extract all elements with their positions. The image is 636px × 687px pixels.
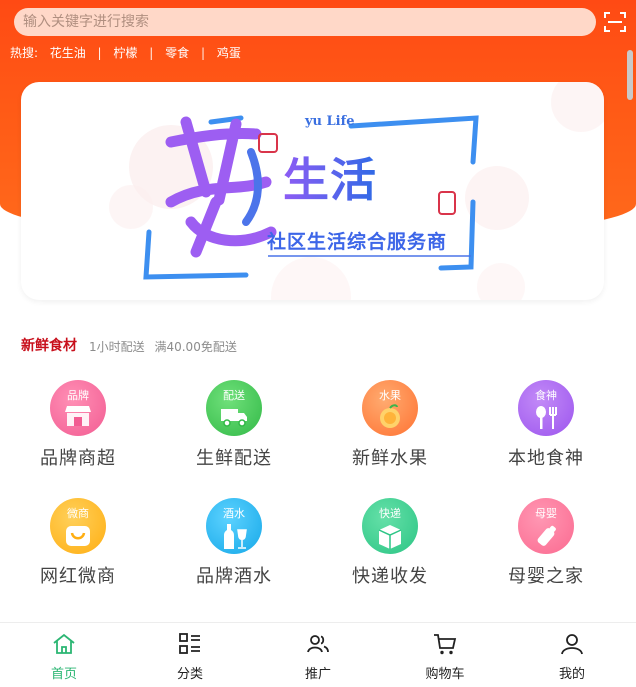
tab-label: 首页 bbox=[50, 667, 77, 682]
shopping-bag-icon: 微商 bbox=[50, 498, 106, 554]
tab-label: 分类 bbox=[176, 667, 203, 682]
food-icon: 食神 bbox=[518, 380, 574, 436]
tab-cart[interactable]: 购物车 bbox=[390, 623, 500, 687]
storefront-icon: 品牌 bbox=[50, 380, 106, 436]
category-tag: 水果 bbox=[379, 389, 401, 402]
category-brand-supermarket[interactable]: 品牌 品牌商超 bbox=[18, 380, 138, 470]
tab-label: 购物车 bbox=[425, 667, 465, 682]
scrollbar-thumb[interactable] bbox=[627, 50, 633, 100]
tab-home[interactable]: 首页 bbox=[9, 623, 119, 687]
home-icon bbox=[53, 633, 75, 654]
category-tag: 快递 bbox=[379, 507, 401, 520]
category-tag: 配送 bbox=[223, 389, 245, 402]
free-shipping-text: 满40.00免配送 bbox=[154, 340, 237, 354]
banner-title: 生活 bbox=[283, 144, 377, 210]
category-tag: 食神 bbox=[535, 389, 557, 402]
category-label: 品牌酒水 bbox=[196, 566, 272, 587]
tab-mine[interactable]: 我的 bbox=[517, 623, 627, 687]
tab-label: 我的 bbox=[558, 667, 585, 682]
category-local-food[interactable]: 食神 本地食神 bbox=[486, 380, 606, 470]
category-label: 生鲜配送 bbox=[196, 448, 272, 469]
hot-search-label: 热搜: bbox=[10, 46, 39, 60]
category-label: 品牌商超 bbox=[40, 448, 116, 469]
users-icon bbox=[307, 635, 329, 653]
promo-banner[interactable]: yu Life 生活 社区生活综合服务商 bbox=[21, 82, 604, 300]
category-label: 快递收发 bbox=[352, 566, 428, 587]
section-title: 新鲜食材 bbox=[21, 338, 77, 354]
category-mother-baby[interactable]: 母婴 母婴之家 bbox=[486, 498, 606, 588]
bottom-tab-bar: 首页 分类 推广 购物车 我的 bbox=[0, 622, 636, 687]
baby-bottle-icon: 母婴 bbox=[518, 498, 574, 554]
category-tag: 母婴 bbox=[535, 507, 557, 520]
delivery-time-text: 1小时配送 bbox=[89, 340, 145, 354]
banner-subtitle: 社区生活综合服务商 bbox=[267, 231, 448, 253]
user-icon bbox=[561, 634, 583, 655]
search-bar: 输入关键字进行搜索 bbox=[0, 0, 636, 44]
banner-english-text: yu Life bbox=[305, 114, 355, 129]
hot-keyword[interactable]: 鸡蛋 bbox=[217, 46, 241, 60]
category-fresh-fruit[interactable]: 水果 新鲜水果 bbox=[330, 380, 450, 470]
category-label: 本地食神 bbox=[508, 448, 584, 469]
fruit-icon: 水果 bbox=[362, 380, 418, 436]
delivery-truck-icon: 配送 bbox=[206, 380, 262, 436]
category-tag: 微商 bbox=[67, 507, 89, 520]
package-icon: 快递 bbox=[362, 498, 418, 554]
category-tag: 品牌 bbox=[67, 389, 89, 402]
category-fresh-delivery[interactable]: 配送 生鲜配送 bbox=[174, 380, 294, 470]
hot-keyword[interactable]: 零食 bbox=[165, 46, 189, 60]
category-label: 网红微商 bbox=[40, 566, 116, 587]
scrollbar[interactable] bbox=[626, 44, 634, 624]
category-express-delivery[interactable]: 快递 快递收发 bbox=[330, 498, 450, 588]
tab-promote[interactable]: 推广 bbox=[263, 623, 373, 687]
category-icon bbox=[179, 633, 200, 654]
cart-icon bbox=[434, 634, 457, 655]
category-brand-drinks[interactable]: 酒水 品牌酒水 bbox=[174, 498, 294, 588]
scan-icon[interactable] bbox=[604, 11, 626, 33]
category-influencer-shop[interactable]: 微商 网红微商 bbox=[18, 498, 138, 588]
wine-bottle-icon: 酒水 bbox=[206, 498, 262, 554]
tab-label: 推广 bbox=[304, 667, 331, 682]
hot-keyword[interactable]: 花生油 bbox=[50, 46, 86, 60]
hot-search-bar: 热搜: 花生油 | 柠檬 | 零食 | 鸡蛋 bbox=[10, 46, 241, 60]
category-label: 新鲜水果 bbox=[352, 448, 428, 469]
tab-category[interactable]: 分类 bbox=[135, 623, 245, 687]
hot-keyword[interactable]: 柠檬 bbox=[113, 46, 137, 60]
category-tag: 酒水 bbox=[223, 507, 245, 520]
section-subtitle: 1小时配送 满40.00免配送 bbox=[89, 338, 237, 355]
search-input[interactable]: 输入关键字进行搜索 bbox=[14, 8, 596, 36]
category-label: 母婴之家 bbox=[508, 566, 584, 587]
